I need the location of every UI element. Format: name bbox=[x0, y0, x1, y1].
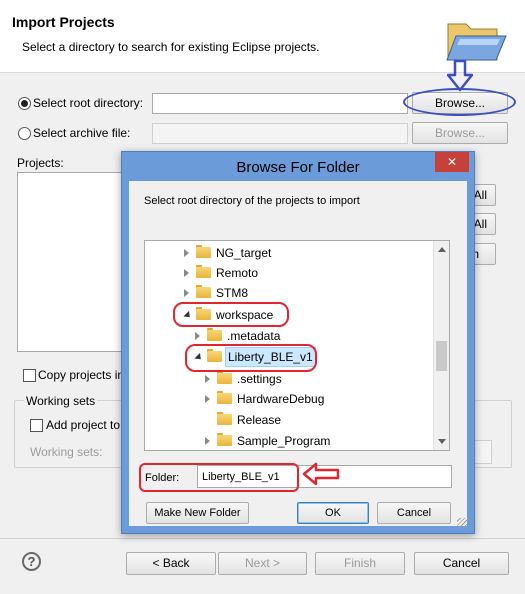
tree-item-label: .metadata bbox=[227, 329, 281, 343]
folder-icon bbox=[217, 391, 232, 404]
tree-item[interactable]: NG_target bbox=[184, 243, 425, 263]
root-directory-input[interactable] bbox=[152, 93, 408, 114]
expand-icon[interactable] bbox=[205, 375, 210, 383]
ok-button[interactable]: OK bbox=[297, 502, 369, 524]
expand-icon[interactable] bbox=[205, 395, 210, 403]
tree-item[interactable]: HardwareDebug bbox=[205, 389, 436, 409]
dialog-title: Browse For Folder bbox=[236, 159, 360, 176]
tree-item[interactable]: Sample_Program bbox=[205, 431, 436, 450]
scroll-thumb[interactable] bbox=[436, 341, 447, 371]
tree-item[interactable]: STM8 bbox=[184, 283, 425, 303]
copy-projects-label: Copy projects in bbox=[38, 368, 125, 382]
working-sets-label: Working sets: bbox=[30, 445, 103, 459]
tree-item-label: Remoto bbox=[216, 266, 259, 280]
root-directory-radio[interactable] bbox=[18, 97, 31, 110]
tree-scrollbar[interactable] bbox=[433, 241, 449, 450]
browse-annotation-oval bbox=[403, 88, 516, 116]
copy-projects-checkbox[interactable] bbox=[23, 369, 36, 382]
tree-item-label: STM8 bbox=[216, 286, 249, 300]
working-sets-legend: Working sets bbox=[24, 394, 98, 408]
wizard-title: Import Projects bbox=[12, 14, 115, 30]
folder-icon bbox=[217, 412, 232, 425]
expand-icon[interactable] bbox=[184, 269, 189, 277]
bottom-separator bbox=[0, 538, 525, 539]
expand-icon[interactable] bbox=[184, 289, 189, 297]
tree-item-label: NG_target bbox=[216, 246, 272, 260]
scroll-down-arrow[interactable] bbox=[438, 439, 446, 444]
tree-item[interactable]: .metadata bbox=[195, 326, 436, 346]
tree-item-label: Sample_Program bbox=[237, 434, 331, 448]
tree-item[interactable]: Release bbox=[206, 410, 436, 430]
expand-icon[interactable] bbox=[184, 249, 189, 257]
folder-icon bbox=[196, 265, 211, 278]
resize-grip-icon[interactable] bbox=[457, 518, 467, 528]
root-directory-label: Select root directory: bbox=[33, 96, 144, 110]
folder-icon bbox=[196, 285, 211, 298]
projects-label: Projects: bbox=[17, 156, 64, 170]
scroll-up-arrow[interactable] bbox=[438, 247, 446, 252]
dialog-instruction: Select root directory of the projects to… bbox=[144, 195, 360, 207]
archive-file-label: Select archive file: bbox=[33, 126, 131, 140]
projects-list[interactable] bbox=[17, 172, 124, 352]
archive-file-input[interactable] bbox=[152, 123, 408, 144]
dialog-cancel-button[interactable]: Cancel bbox=[377, 502, 451, 524]
folder-icon bbox=[217, 371, 232, 384]
workspace-annotation-oval bbox=[173, 302, 289, 327]
make-new-folder-button[interactable]: Make New Folder bbox=[146, 502, 249, 524]
tree-item-label: Release bbox=[237, 413, 282, 427]
archive-file-radio[interactable] bbox=[18, 127, 31, 140]
arrow-left-icon bbox=[302, 462, 340, 486]
folder-icon bbox=[207, 328, 222, 341]
finish-button[interactable]: Finish bbox=[315, 552, 405, 575]
add-project-checkbox[interactable] bbox=[30, 419, 43, 432]
expand-icon[interactable] bbox=[195, 332, 200, 340]
next-button[interactable]: Next > bbox=[218, 552, 307, 575]
folder-annotation-box bbox=[139, 463, 299, 492]
add-project-label: Add project to bbox=[46, 418, 121, 432]
tree-item-label: .settings bbox=[237, 372, 282, 386]
tree-item[interactable]: .settings bbox=[205, 369, 436, 389]
liberty-annotation-oval bbox=[185, 344, 317, 372]
folder-open-icon bbox=[446, 23, 507, 61]
close-glyph: ✕ bbox=[446, 155, 458, 169]
browse-archive-button[interactable]: Browse... bbox=[412, 122, 508, 144]
close-icon[interactable]: ✕ bbox=[435, 152, 469, 172]
folder-icon bbox=[196, 245, 211, 258]
help-icon[interactable]: ? bbox=[22, 552, 41, 571]
folder-icon bbox=[217, 433, 232, 446]
tree-item-label: HardwareDebug bbox=[237, 392, 325, 406]
help-icon-glyph: ? bbox=[27, 554, 36, 569]
cancel-button[interactable]: Cancel bbox=[414, 552, 509, 575]
tree-item[interactable]: Remoto bbox=[184, 263, 425, 283]
expand-icon[interactable] bbox=[205, 437, 210, 445]
wizard-subtitle: Select a directory to search for existin… bbox=[22, 40, 320, 54]
back-button[interactable]: < Back bbox=[126, 552, 216, 575]
